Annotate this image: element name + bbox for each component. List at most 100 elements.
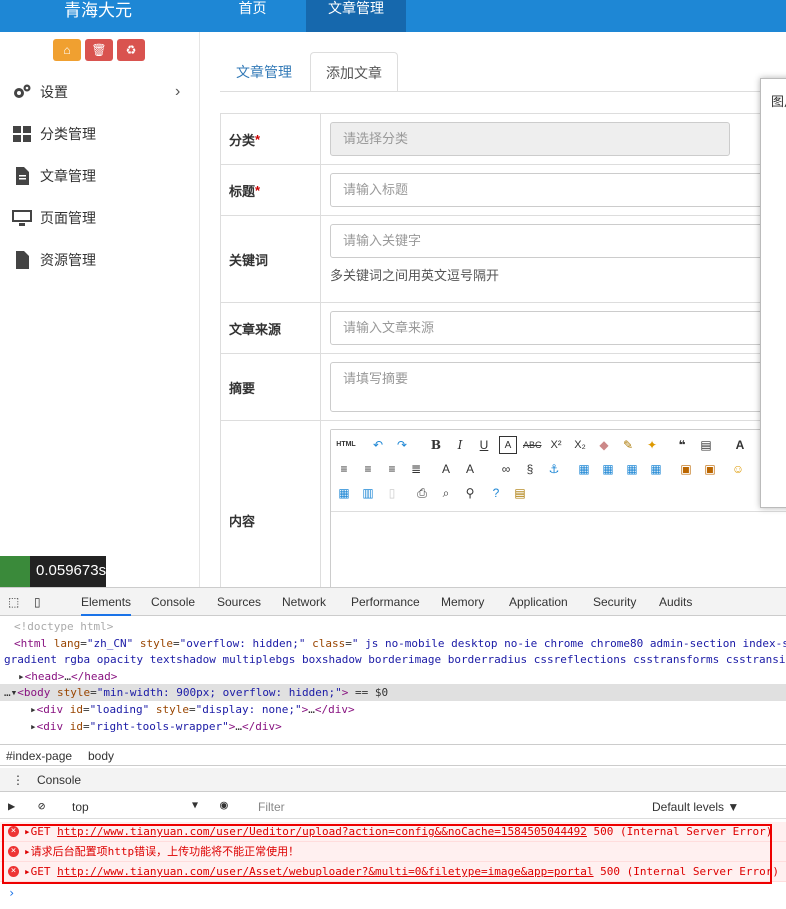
font-border-icon[interactable]: A bbox=[499, 436, 517, 454]
dom-line: gradient rgba opacity textshadow multipl… bbox=[4, 653, 786, 666]
print-icon[interactable]: ⎙ bbox=[413, 484, 431, 502]
image-center-icon[interactable]: ▦ bbox=[647, 460, 665, 478]
tab-application[interactable]: Application bbox=[509, 595, 568, 609]
align-justify-icon[interactable]: ≣ bbox=[407, 460, 425, 478]
superscript-icon[interactable]: X² bbox=[547, 436, 565, 454]
recycle-button[interactable]: ♻ bbox=[117, 39, 145, 61]
help-icon[interactable]: ? bbox=[487, 484, 505, 502]
image-dialog[interactable]: 图片 bbox=[760, 78, 786, 508]
sidebar-item-articles[interactable]: 文章管理 bbox=[0, 155, 199, 197]
strikethrough-icon[interactable]: ABC bbox=[523, 436, 542, 454]
category-select[interactable]: 请选择分类 bbox=[330, 122, 730, 156]
editor-toolbar: HTML ↶ ↷ B I U A ABC X² X₂ ◆ ✎ ✦ ❝ ▤ A ≡ bbox=[331, 430, 786, 512]
sidebar-item-settings[interactable]: 设置 › bbox=[0, 71, 199, 113]
dom-line[interactable]: ▸<div id="right-tools-wrapper">…</div> bbox=[30, 720, 282, 733]
column-icon[interactable]: ▥ bbox=[359, 484, 377, 502]
recycle-icon: ♻ bbox=[125, 43, 137, 57]
console-prompt-icon[interactable]: › bbox=[8, 886, 15, 900]
emoticon-icon[interactable]: ☺ bbox=[729, 460, 747, 478]
menu-dots-icon[interactable]: ⋮ bbox=[12, 773, 24, 787]
nav-home[interactable]: 首页 bbox=[205, 0, 300, 32]
keywords-input[interactable]: 请输入关键字 bbox=[330, 224, 786, 258]
redo-icon[interactable]: ↷ bbox=[393, 436, 411, 454]
font-size-up-icon[interactable]: A bbox=[437, 460, 455, 478]
file-icon bbox=[16, 251, 29, 269]
align-left-icon[interactable]: ≡ bbox=[335, 460, 353, 478]
font-color-icon[interactable]: A bbox=[731, 436, 749, 454]
tab-security[interactable]: Security bbox=[593, 595, 636, 609]
paste-plain-icon[interactable]: ▤ bbox=[697, 436, 715, 454]
timer-value: 0.059673s bbox=[36, 562, 107, 579]
tab-audits[interactable]: Audits bbox=[659, 595, 692, 609]
pagebreak-icon[interactable]: ▯ bbox=[383, 484, 401, 502]
preview-icon[interactable]: ⌕ bbox=[437, 484, 455, 502]
source-input[interactable]: 请输入文章来源 bbox=[330, 311, 786, 345]
field-label: 关键词 bbox=[221, 216, 321, 302]
inspect-icon[interactable]: ⬚ bbox=[8, 595, 19, 609]
summary-textarea[interactable]: 请填写摘要 bbox=[330, 362, 786, 412]
dom-line[interactable]: ▸<div id="loading" style="display: none;… bbox=[30, 703, 355, 716]
tab-sources[interactable]: Sources bbox=[217, 595, 261, 609]
error-highlight-box bbox=[2, 824, 772, 884]
nav-article-management[interactable]: 文章管理 bbox=[306, 0, 406, 32]
dom-line[interactable]: <html lang="zh_CN" style="overflow: hidd… bbox=[14, 637, 786, 650]
table-icon[interactable]: ▦ bbox=[335, 484, 353, 502]
monitor-icon bbox=[12, 210, 32, 226]
sidebar-toggle-icon[interactable]: ▶ bbox=[8, 799, 15, 813]
dom-line[interactable]: <!doctype html> bbox=[14, 620, 113, 633]
undo-icon[interactable]: ↶ bbox=[369, 436, 387, 454]
underline-icon[interactable]: U bbox=[475, 436, 493, 454]
home-button[interactable]: ⌂ bbox=[53, 39, 81, 61]
anchor-icon[interactable]: ⚓ bbox=[545, 460, 563, 478]
rich-text-editor[interactable]: HTML ↶ ↷ B I U A ABC X² X₂ ◆ ✎ ✦ ❝ ▤ A ≡ bbox=[330, 429, 786, 587]
crumb-index-page[interactable]: #index-page bbox=[6, 749, 72, 763]
chevron-right-icon: › bbox=[175, 83, 181, 100]
italic-icon[interactable]: I bbox=[451, 436, 469, 454]
field-label: 分类 * bbox=[221, 114, 321, 164]
dom-line[interactable]: …▾<body style="min-width: 900px; overflo… bbox=[4, 686, 388, 699]
filter-input[interactable]: Filter bbox=[258, 800, 285, 814]
tab-performance[interactable]: Performance bbox=[351, 595, 420, 609]
image-right-icon[interactable]: ▦ bbox=[623, 460, 641, 478]
tab-add-article[interactable]: 添加文章 bbox=[310, 52, 398, 92]
link-icon[interactable]: ∞ bbox=[497, 460, 515, 478]
image-left-icon[interactable]: ▦ bbox=[575, 460, 593, 478]
sidebar-item-pages[interactable]: 页面管理 bbox=[0, 197, 199, 239]
eye-icon[interactable]: ◉ bbox=[220, 798, 228, 813]
multi-image-icon[interactable]: ▣ bbox=[701, 460, 719, 478]
trash-button[interactable]: 🗑 bbox=[85, 39, 113, 61]
align-right-icon[interactable]: ≡ bbox=[383, 460, 401, 478]
context-select[interactable]: top bbox=[72, 800, 89, 814]
sidebar-item-label: 文章管理 bbox=[40, 168, 96, 184]
dom-line[interactable]: ▸<head>…</head> bbox=[18, 670, 117, 683]
search-replace-icon[interactable]: ⚲ bbox=[461, 484, 479, 502]
console-drawer-tab[interactable]: Console bbox=[37, 773, 81, 787]
crumb-body[interactable]: body bbox=[88, 749, 114, 763]
clipboard-icon[interactable]: ▤ bbox=[511, 484, 529, 502]
dom-breadcrumb: #index-page body bbox=[0, 744, 786, 766]
clear-console-icon[interactable]: ⊘ bbox=[38, 799, 45, 813]
main-content: 文章管理 添加文章 分类 * 请选择分类 标题 * 请输入标题 关键词 请输入关键字… bbox=[200, 32, 786, 587]
sidebar-item-resources[interactable]: 资源管理 bbox=[0, 239, 199, 281]
sidebar-item-category[interactable]: 分类管理 bbox=[0, 113, 199, 155]
tab-console[interactable]: Console bbox=[151, 595, 195, 609]
image-none-icon[interactable]: ▦ bbox=[599, 460, 617, 478]
image-icon[interactable]: ▣ bbox=[677, 460, 695, 478]
html-source-button[interactable]: HTML bbox=[335, 436, 357, 454]
tab-memory[interactable]: Memory bbox=[441, 595, 484, 609]
font-size-down-icon[interactable]: A bbox=[461, 460, 479, 478]
tab-article-management[interactable]: 文章管理 bbox=[224, 52, 304, 92]
title-input[interactable]: 请输入标题 bbox=[330, 173, 786, 207]
device-toolbar-icon[interactable]: ▯ bbox=[34, 595, 41, 609]
format-brush-icon[interactable]: ✎ bbox=[619, 436, 637, 454]
tab-elements[interactable]: Elements bbox=[81, 595, 132, 616]
unlink-icon[interactable]: § bbox=[521, 460, 539, 478]
subscript-icon[interactable]: X₂ bbox=[571, 436, 589, 454]
eraser-icon[interactable]: ◆ bbox=[595, 436, 613, 454]
align-center-icon[interactable]: ≡ bbox=[359, 460, 377, 478]
bold-icon[interactable]: B bbox=[427, 436, 445, 454]
magic-wand-icon[interactable]: ✦ bbox=[643, 436, 661, 454]
blockquote-icon[interactable]: ❝ bbox=[673, 436, 691, 454]
log-levels-select[interactable]: Default levels ▼ bbox=[652, 800, 739, 814]
tab-network[interactable]: Network bbox=[282, 595, 326, 609]
